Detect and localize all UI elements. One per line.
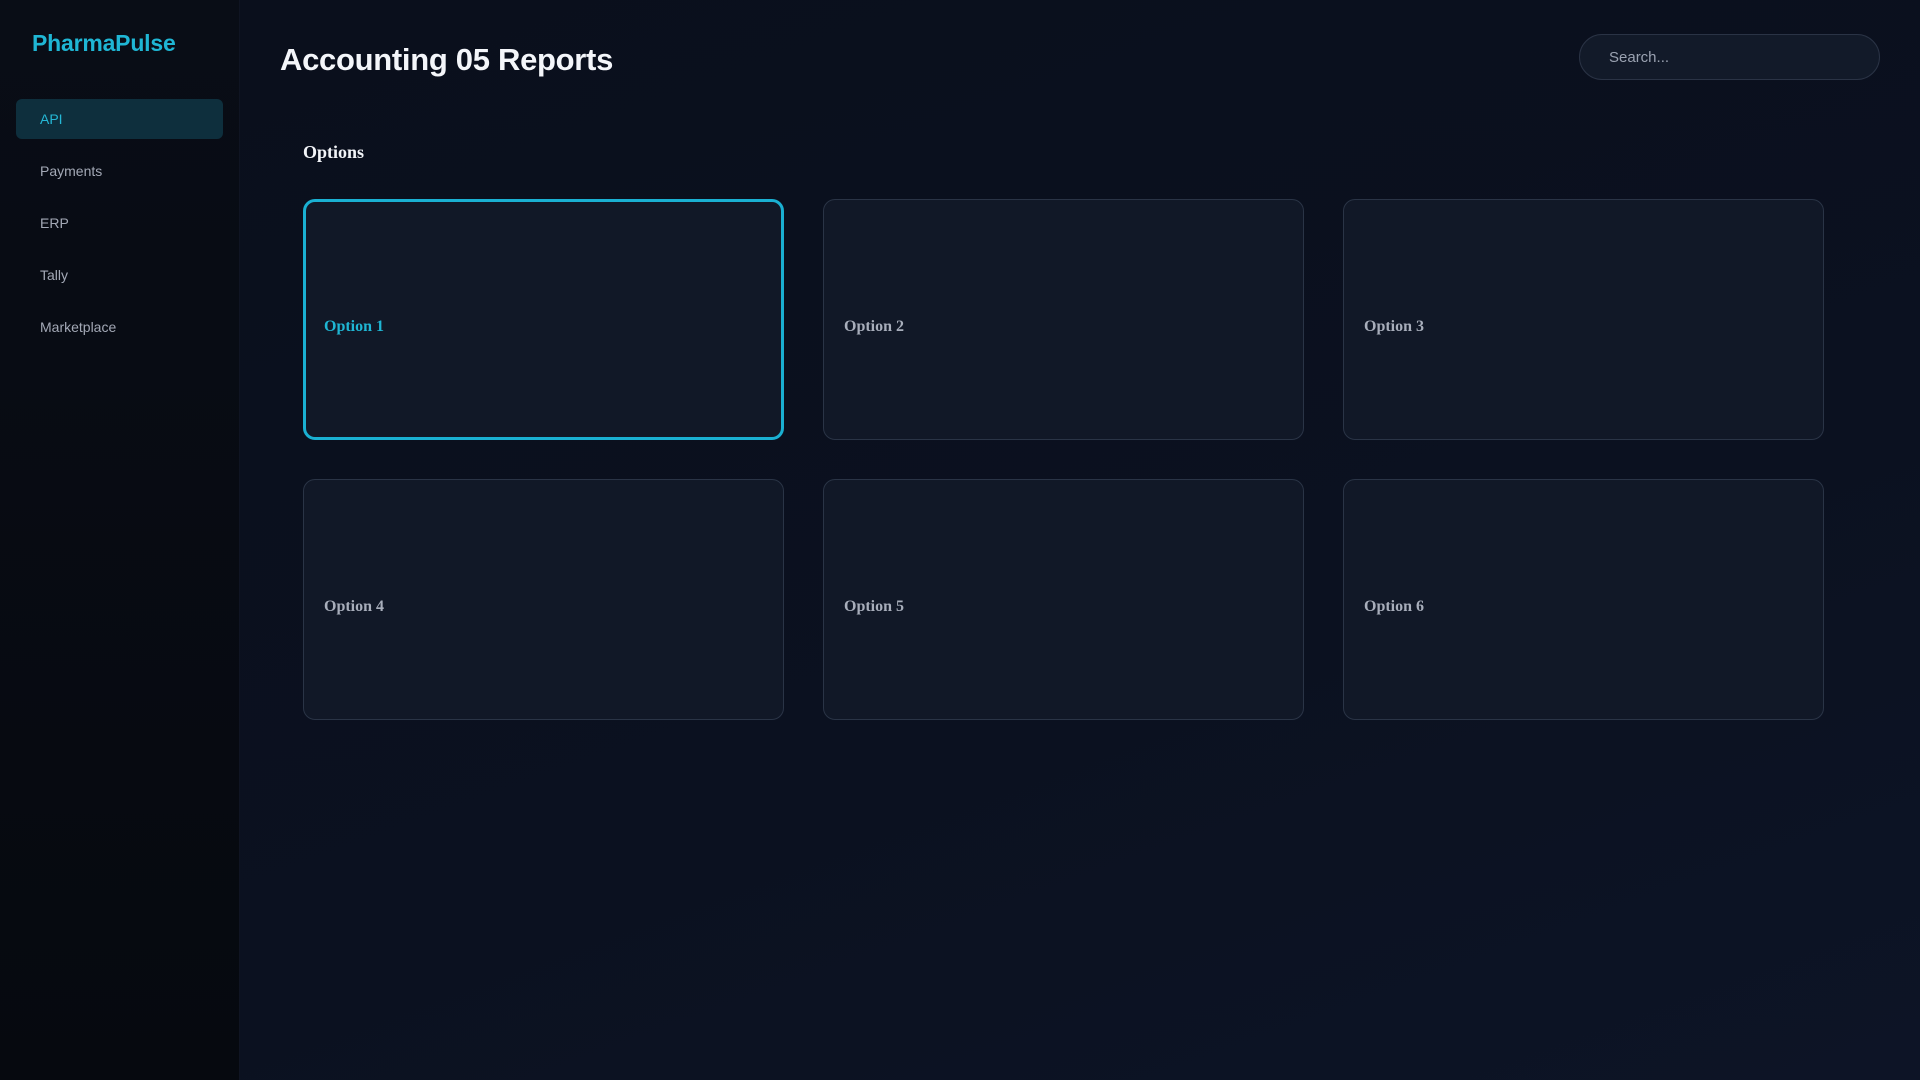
option-card-1[interactable]: Option 1 bbox=[303, 199, 784, 440]
option-card-4[interactable]: Option 4 bbox=[303, 479, 784, 720]
sidebar-item-label: Marketplace bbox=[40, 319, 117, 335]
option-card-2[interactable]: Option 2 bbox=[823, 199, 1304, 440]
option-card-5[interactable]: Option 5 bbox=[823, 479, 1304, 720]
sidebar-item-label: Payments bbox=[40, 163, 103, 179]
sidebar-item-label: API bbox=[40, 111, 63, 127]
options-section: Options Option 1 Option 2 Option 3 Optio… bbox=[303, 142, 1880, 720]
option-card-6[interactable]: Option 6 bbox=[1343, 479, 1824, 720]
page-header: Accounting 05 Reports bbox=[280, 34, 1880, 94]
option-card-label: Option 4 bbox=[324, 597, 385, 615]
option-card-label: Option 6 bbox=[1364, 597, 1425, 615]
sidebar-item-erp[interactable]: ERP bbox=[16, 203, 223, 243]
sidebar-item-label: ERP bbox=[40, 215, 69, 231]
option-card-label: Option 5 bbox=[844, 597, 905, 615]
sidebar-nav: API Payments ERP Tally Marketplace bbox=[16, 99, 223, 347]
sidebar-item-payments[interactable]: Payments bbox=[16, 151, 223, 191]
option-card-3[interactable]: Option 3 bbox=[1343, 199, 1824, 440]
sidebar-item-api[interactable]: API bbox=[16, 99, 223, 139]
brand-logo[interactable]: PharmaPulse bbox=[16, 30, 223, 57]
app-root: PharmaPulse API Payments ERP Tally Marke… bbox=[0, 0, 1920, 1080]
options-grid: Option 1 Option 2 Option 3 Option 4 Opti… bbox=[303, 199, 1880, 720]
main-content: Accounting 05 Reports Options Option 1 O… bbox=[240, 0, 1920, 1080]
option-card-label: Option 2 bbox=[844, 317, 905, 335]
section-title: Options bbox=[303, 142, 365, 162]
sidebar-item-marketplace[interactable]: Marketplace bbox=[16, 307, 223, 347]
sidebar-item-label: Tally bbox=[40, 267, 69, 283]
page-title: Accounting 05 Reports bbox=[280, 42, 614, 77]
sidebar: PharmaPulse API Payments ERP Tally Marke… bbox=[0, 0, 240, 1080]
search-input[interactable] bbox=[1579, 34, 1880, 80]
option-card-label: Option 1 bbox=[324, 317, 385, 335]
option-card-label: Option 3 bbox=[1364, 317, 1425, 335]
sidebar-item-tally[interactable]: Tally bbox=[16, 255, 223, 295]
